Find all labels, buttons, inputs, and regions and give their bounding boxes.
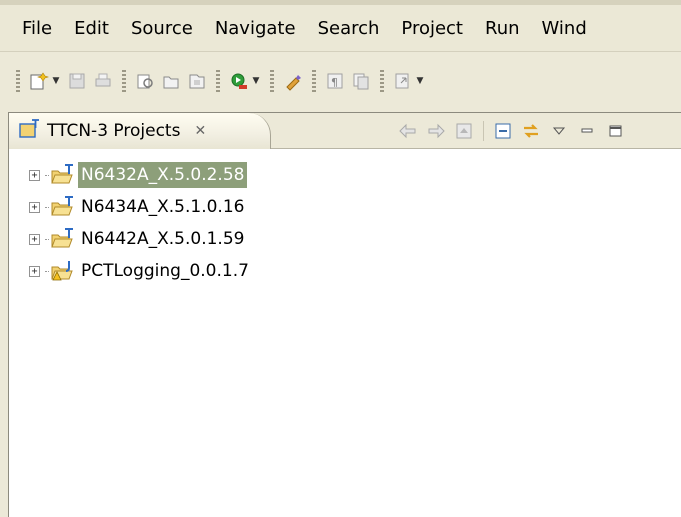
menu-window[interactable]: Wind — [542, 18, 587, 39]
maximize-icon[interactable] — [604, 120, 626, 142]
java-project-warning-icon — [51, 260, 75, 282]
menu-file[interactable]: File — [22, 18, 52, 39]
save-icon — [66, 70, 88, 92]
view-toolbar — [397, 120, 632, 142]
new-wizard-icon[interactable] — [28, 70, 50, 92]
forward-icon[interactable] — [425, 120, 447, 142]
menu-run[interactable]: Run — [485, 18, 520, 39]
tree-connector — [45, 270, 49, 272]
menu-bar: File Edit Source Navigate Search Project… — [0, 5, 681, 51]
main-toolbar: ▼ ▼ ¶ ▼ — [0, 52, 681, 110]
tree-connector — [45, 238, 49, 240]
open-resource-icon[interactable] — [160, 70, 182, 92]
toolbar-grip[interactable] — [16, 70, 20, 92]
toolbar-grip[interactable] — [122, 70, 126, 92]
ttcn3-projects-view: TTCN-3 Projects ✕ + N6432A_X.5.0.2.58 + … — [8, 112, 681, 517]
open-module-icon[interactable] — [186, 70, 208, 92]
project-tree: + N6432A_X.5.0.2.58 + N6434A_X.5.1.0.16 … — [29, 159, 252, 287]
ttcn3-project-icon — [51, 196, 75, 218]
new-wizard-dropdown-icon[interactable]: ▼ — [52, 70, 60, 92]
tree-item-label[interactable]: PCTLogging_0.0.1.7 — [78, 258, 252, 284]
back-icon[interactable] — [397, 120, 419, 142]
toolbar-grip[interactable] — [216, 70, 220, 92]
menu-project[interactable]: Project — [401, 18, 463, 39]
view-menu-icon[interactable] — [548, 120, 570, 142]
navigate-dropdown-icon[interactable]: ▼ — [416, 70, 424, 92]
toolbar-grip[interactable] — [380, 70, 384, 92]
tree-item-label[interactable]: N6442A_X.5.0.1.59 — [78, 226, 247, 252]
toolbar-grip[interactable] — [270, 70, 274, 92]
block-select-icon[interactable] — [350, 70, 372, 92]
expand-icon[interactable]: + — [29, 265, 40, 277]
menu-search[interactable]: Search — [318, 18, 380, 39]
view-header: TTCN-3 Projects ✕ — [9, 113, 681, 149]
tree-item[interactable]: + N6434A_X.5.1.0.16 — [29, 191, 252, 223]
menu-source[interactable]: Source — [131, 18, 193, 39]
svg-text:¶: ¶ — [331, 76, 338, 89]
show-whitespace-icon[interactable]: ¶ — [324, 70, 346, 92]
tree-connector — [45, 206, 49, 208]
tree-item[interactable]: + N6432A_X.5.0.2.58 — [29, 159, 252, 191]
expand-icon[interactable]: + — [29, 233, 40, 245]
expand-icon[interactable]: + — [29, 169, 40, 181]
toolbar-separator — [483, 121, 484, 141]
marker-icon[interactable] — [282, 70, 304, 92]
tab-ttcn3-projects[interactable]: TTCN-3 Projects ✕ — [9, 113, 271, 149]
menu-navigate[interactable]: Navigate — [215, 18, 296, 39]
minimize-icon[interactable] — [576, 120, 598, 142]
menu-edit[interactable]: Edit — [74, 18, 109, 39]
print-icon — [92, 70, 114, 92]
tree-connector — [45, 174, 49, 176]
navigate-icon[interactable] — [392, 70, 414, 92]
tree-item[interactable]: + PCTLogging_0.0.1.7 — [29, 255, 252, 287]
home-icon[interactable] — [453, 120, 475, 142]
view-tab-title: TTCN-3 Projects — [47, 121, 181, 141]
expand-icon[interactable]: + — [29, 201, 40, 213]
close-icon[interactable]: ✕ — [194, 123, 206, 139]
open-type-icon[interactable] — [134, 70, 156, 92]
run-icon[interactable] — [228, 70, 250, 92]
tree-item-label[interactable]: N6434A_X.5.1.0.16 — [78, 194, 247, 220]
ttcn3-projects-view-icon — [19, 118, 41, 144]
toolbar-grip[interactable] — [312, 70, 316, 92]
run-dropdown-icon[interactable]: ▼ — [252, 70, 260, 92]
ttcn3-project-icon — [51, 164, 75, 186]
ttcn3-project-icon — [51, 228, 75, 250]
tree-item[interactable]: + N6442A_X.5.0.1.59 — [29, 223, 252, 255]
link-editor-icon[interactable] — [520, 120, 542, 142]
tree-item-label[interactable]: N6432A_X.5.0.2.58 — [78, 162, 248, 188]
collapse-all-icon[interactable] — [492, 120, 514, 142]
